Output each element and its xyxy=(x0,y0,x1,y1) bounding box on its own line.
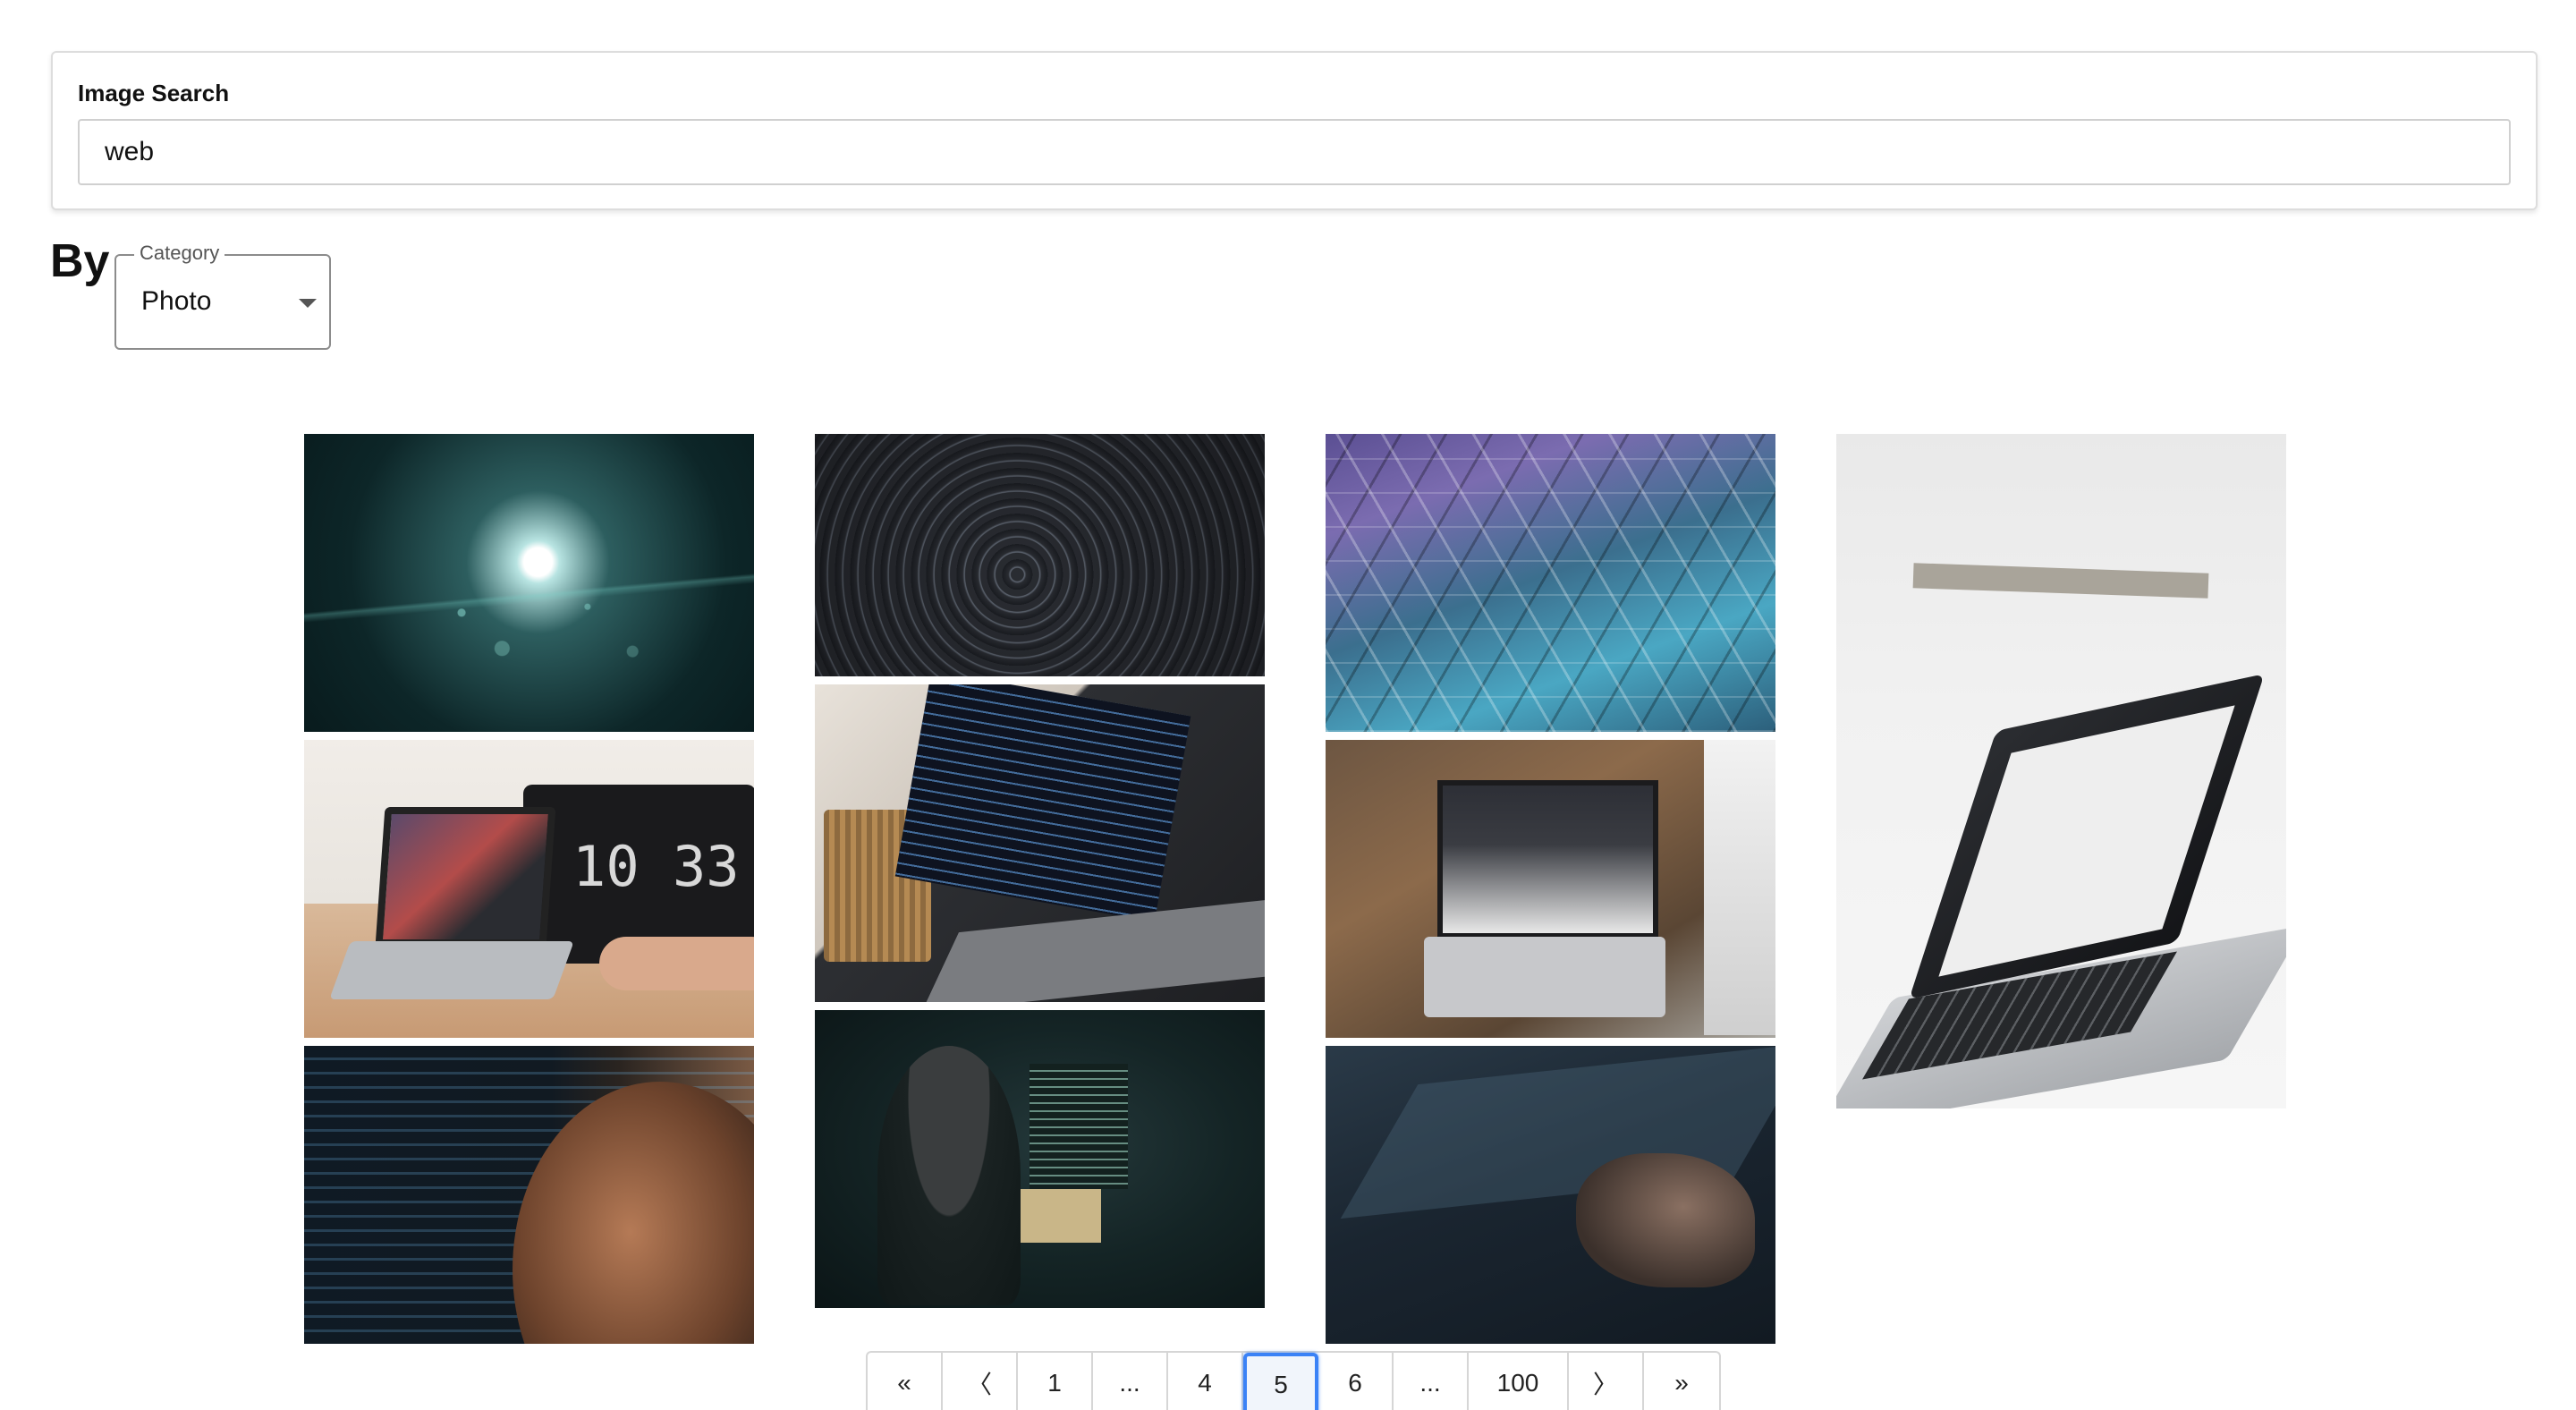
image-search-card: Image Search xyxy=(51,51,2538,210)
gallery-image-lens-flare[interactable] xyxy=(304,434,754,732)
gallery-image-code-screen-person[interactable] xyxy=(304,1046,754,1344)
pagination: « 〈 1 ... 4 5 6 ... 100 〉 » xyxy=(866,1351,1721,1410)
gallery-image-dark-room-worker[interactable] xyxy=(815,1010,1265,1308)
gallery-image-laptop-code-cup[interactable] xyxy=(815,684,1265,1002)
pagination-page-6[interactable]: 6 xyxy=(1318,1353,1394,1410)
pagination-first-button[interactable]: « xyxy=(868,1353,943,1410)
category-select[interactable]: Category Photo xyxy=(114,242,331,350)
gallery-image-laptop-white-room[interactable] xyxy=(1836,434,2286,1108)
category-legend: Category xyxy=(134,242,225,265)
pagination-ellipsis[interactable]: ... xyxy=(1093,1353,1168,1410)
by-label: By xyxy=(50,235,110,287)
pagination-page-5-current[interactable]: 5 xyxy=(1243,1353,1318,1410)
image-search-input[interactable] xyxy=(78,119,2511,185)
gallery-image-geometric-ceiling[interactable] xyxy=(1326,434,1775,732)
pagination-page-1[interactable]: 1 xyxy=(1018,1353,1093,1410)
pagination-ellipsis[interactable]: ... xyxy=(1394,1353,1469,1410)
image-search-label: Image Search xyxy=(78,80,230,106)
gallery-image-star-trails[interactable] xyxy=(815,434,1265,676)
pagination-page-4[interactable]: 4 xyxy=(1168,1353,1243,1410)
pagination-last-button[interactable]: » xyxy=(1644,1353,1719,1410)
dropdown-caret-icon xyxy=(299,299,317,308)
pagination-prev-button[interactable]: 〈 xyxy=(943,1353,1018,1410)
category-selected-value: Photo xyxy=(141,286,212,316)
gallery-image-desk-setup[interactable]: 10 33 xyxy=(304,740,754,1038)
pagination-next-button[interactable]: 〉 xyxy=(1569,1353,1644,1410)
gallery-image-laptop-wooden-desk[interactable] xyxy=(1326,740,1775,1038)
gallery-image-hand-stylus[interactable] xyxy=(1326,1046,1775,1344)
pagination-page-100[interactable]: 100 xyxy=(1469,1353,1569,1410)
